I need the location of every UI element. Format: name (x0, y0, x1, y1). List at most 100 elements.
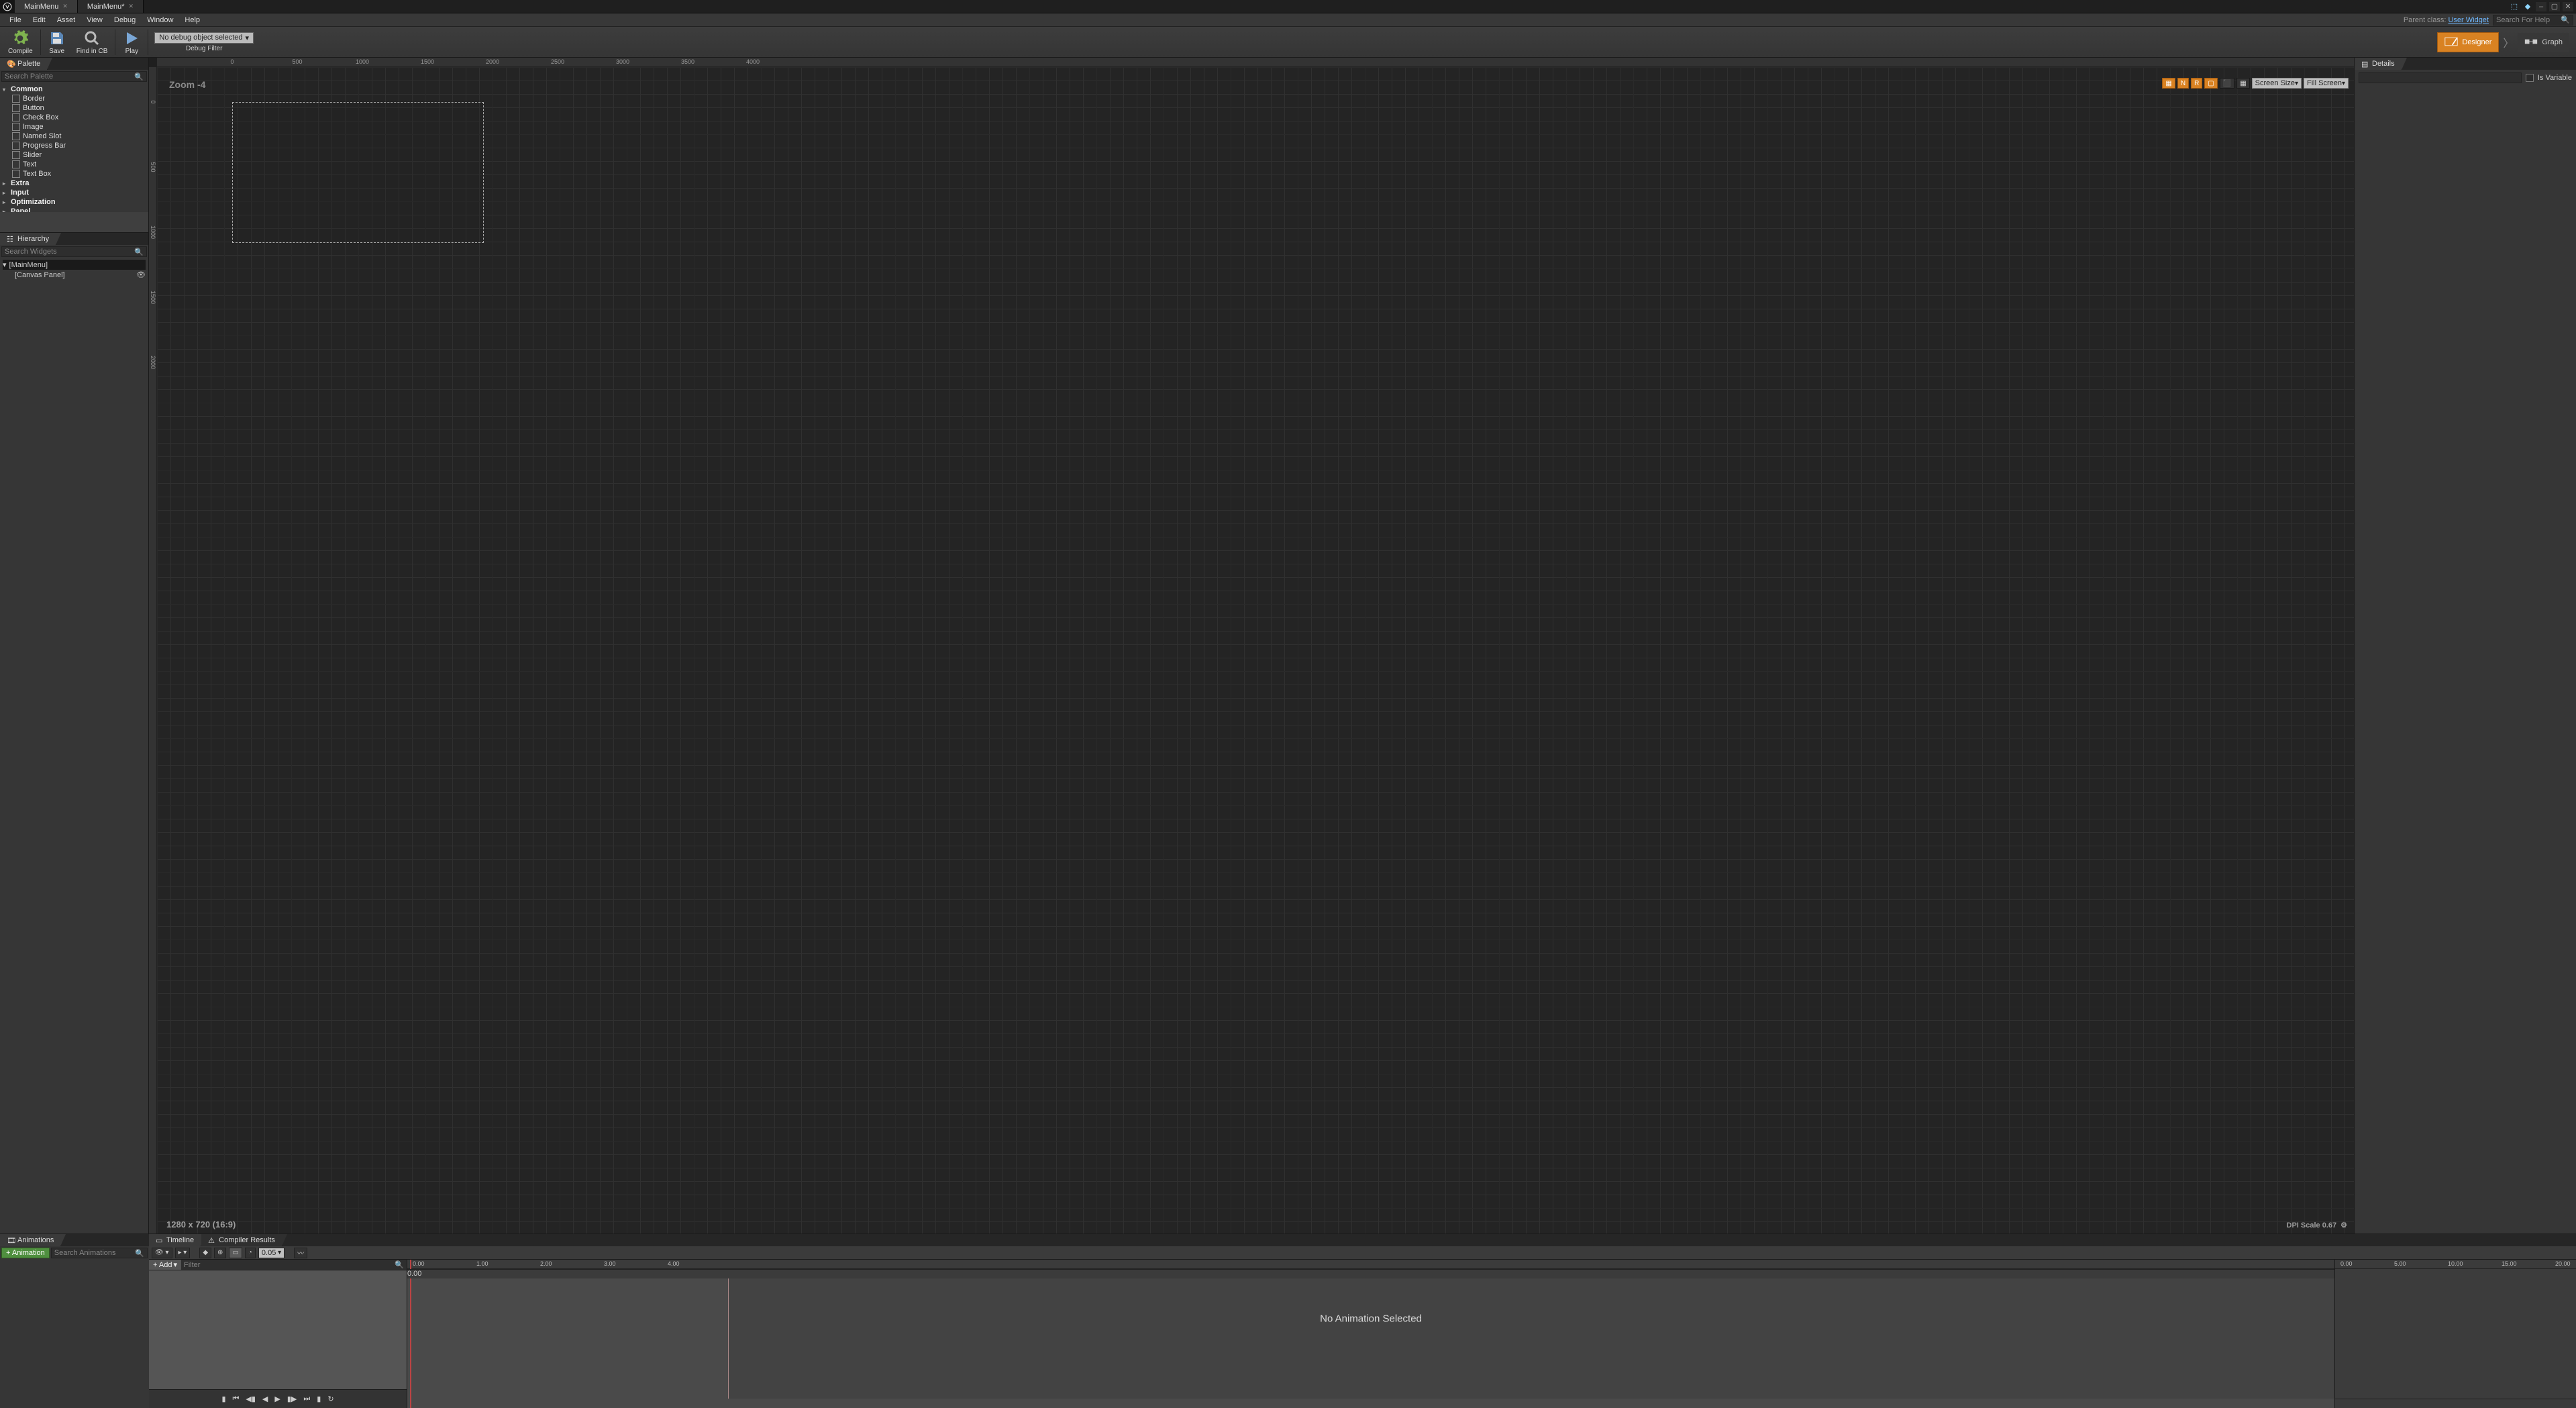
menu-window[interactable]: Window (142, 15, 178, 26)
palette-item[interactable]: Named Slot (3, 132, 146, 141)
maximize-button[interactable]: ▢ (2549, 2, 2560, 11)
is-variable-checkbox[interactable] (2526, 74, 2534, 82)
gear-icon[interactable]: ⚙ (2340, 1221, 2347, 1229)
grid-snap-button[interactable]: ▦ (2236, 78, 2249, 89)
zoom-label: Zoom -4 (169, 79, 205, 90)
designer-mode-button[interactable]: Designer (2437, 32, 2499, 52)
palette-item[interactable]: Text Box (3, 169, 146, 179)
layout-transform-button[interactable]: ▦ (2162, 78, 2175, 89)
hierarchy-tab[interactable]: ☷ Hierarchy (0, 233, 56, 245)
menu-file[interactable]: File (4, 15, 27, 26)
palette-category[interactable]: ▸Input (3, 188, 146, 197)
palette-search-input[interactable]: Search Palette 🔍 (1, 71, 147, 82)
source-control-icon[interactable]: ⬚ (2509, 2, 2520, 11)
time-snap-button[interactable]: ◔ (245, 1248, 256, 1258)
palette-category[interactable]: ▸Optimization (3, 197, 146, 207)
search-icon: 🔍 (135, 1249, 144, 1258)
widget-icon (12, 104, 20, 112)
palette-item[interactable]: Check Box (3, 113, 146, 122)
hierarchy-icon: ☷ (7, 235, 15, 243)
timeline-tab[interactable]: ▭ Timeline (149, 1234, 201, 1246)
play-reverse-button[interactable]: ◀ (262, 1395, 268, 1403)
widget-name-input[interactable] (2359, 72, 2522, 83)
menu-help[interactable]: Help (179, 15, 205, 26)
widget-icon (12, 123, 20, 131)
curve-editor-button[interactable]: 〰 (294, 1248, 307, 1258)
loc-button[interactable]: ⬛ (2220, 78, 2234, 89)
visibility-icon[interactable]: 👁 (136, 270, 146, 279)
timeline-icon: ▭ (156, 1236, 164, 1244)
close-icon[interactable]: ✕ (62, 3, 68, 10)
view-options-button[interactable]: 👁 ▾ (152, 1248, 172, 1258)
compile-button[interactable]: Compile (3, 28, 38, 56)
compiler-results-tab[interactable]: ⚠ Compiler Results (201, 1234, 282, 1246)
palette-item[interactable]: Button (3, 103, 146, 113)
rewind-button[interactable]: ⏮ (233, 1395, 240, 1403)
screen-outline[interactable] (232, 102, 484, 243)
to-start-button[interactable]: ▮ (221, 1395, 225, 1403)
fill-screen-select[interactable]: Fill Screen ▾ (2304, 78, 2349, 89)
updates-icon[interactable]: ◆ (2522, 2, 2533, 11)
graph-mode-button[interactable]: Graph (2518, 33, 2569, 52)
designer-viewport[interactable]: 05001000150020002500300035004000 0500100… (149, 58, 2354, 1234)
r-button[interactable]: R (2191, 78, 2202, 89)
palette-item[interactable]: Border (3, 94, 146, 103)
loop-button[interactable]: ↻ (327, 1395, 333, 1403)
palette-item[interactable]: Slider (3, 150, 146, 160)
menu-debug[interactable]: Debug (109, 15, 141, 26)
play-button[interactable]: Play (117, 28, 146, 56)
n-button[interactable]: N (2177, 78, 2189, 89)
minimize-button[interactable]: – (2536, 2, 2546, 11)
hierarchy-canvas-panel[interactable]: [Canvas Panel] 👁 (3, 270, 146, 280)
step-back-button[interactable]: ◀▮ (246, 1395, 256, 1403)
find-icon (83, 30, 101, 47)
snap-interval-input[interactable]: 0.05 ▾ (258, 1248, 285, 1258)
save-button[interactable]: Save (43, 28, 71, 56)
palette-category[interactable]: ▸Extra (3, 179, 146, 188)
palette-item[interactable]: Text (3, 160, 146, 169)
timeline-overview[interactable] (2335, 1269, 2576, 1399)
palette-category[interactable]: ▸Panel (3, 207, 146, 212)
palette-category-common[interactable]: ▾Common (3, 85, 146, 94)
screen-size-select[interactable]: Screen Size ▾ (2252, 78, 2302, 89)
animations-search-input[interactable]: Search Animations 🔍 (51, 1248, 148, 1258)
snap-button[interactable]: ▭ (229, 1248, 242, 1258)
parent-class-link[interactable]: User Widget (2448, 16, 2489, 24)
timeline-track-area[interactable]: 0.001.002.003.004.00 No Animation Select… (407, 1260, 2334, 1408)
hierarchy-search-input[interactable]: Search Widgets 🔍 (1, 246, 147, 257)
debug-filter-label: Debug Filter (186, 45, 222, 52)
document-tab-mainmenu[interactable]: MainMenu ✕ (15, 0, 78, 13)
add-animation-button[interactable]: Animation (1, 1248, 50, 1258)
palette-tab[interactable]: 🎨 Palette (0, 58, 48, 70)
palette-item[interactable]: Image (3, 122, 146, 132)
hierarchy-root[interactable]: ▾[MainMenu] (3, 260, 146, 270)
play-forward-button[interactable]: ▶ (274, 1395, 280, 1403)
track-filter-input[interactable]: Filter 🔍 (181, 1260, 407, 1270)
menu-view[interactable]: View (81, 15, 108, 26)
search-icon: 🔍 (395, 1260, 404, 1269)
track-list[interactable] (149, 1270, 407, 1389)
help-search-input[interactable]: Search For Help 🔍 (2493, 15, 2573, 26)
palette-item[interactable]: Progress Bar (3, 141, 146, 150)
to-end-button[interactable]: ▮ (317, 1395, 321, 1403)
close-icon[interactable]: ✕ (129, 3, 134, 10)
no-animation-label: No Animation Selected (1320, 1313, 1422, 1325)
playback-controls: ▮ ⏮ ◀▮ ◀ ▶ ▮▶ ⏭ ▮ ↻ (149, 1389, 407, 1408)
fast-forward-button[interactable]: ⏭ (303, 1395, 310, 1403)
debug-object-select[interactable]: No debug object selected ▾ (154, 32, 254, 44)
keyframe-button[interactable]: ◆ (199, 1248, 211, 1258)
animations-tab[interactable]: 🎞 Animations (0, 1234, 61, 1246)
find-in-cb-button[interactable]: Find in CB (71, 28, 113, 56)
menu-asset[interactable]: Asset (52, 15, 81, 26)
outline-button[interactable]: ▢ (2204, 78, 2217, 89)
playback-options-button[interactable]: ▸ ▾ (175, 1248, 191, 1258)
details-tab[interactable]: ▤ Details (2355, 58, 2402, 70)
auto-key-button[interactable]: ⊕ (214, 1248, 226, 1258)
close-button[interactable]: ✕ (2563, 2, 2573, 11)
step-forward-button[interactable]: ▮▶ (287, 1395, 297, 1403)
palette-icon: 🎨 (7, 60, 15, 68)
document-tab-mainmenu-dirty[interactable]: MainMenu* ✕ (78, 0, 144, 13)
menu-edit[interactable]: Edit (28, 15, 51, 26)
add-track-button[interactable]: + Add ▾ (149, 1260, 181, 1270)
widget-icon (12, 160, 20, 168)
